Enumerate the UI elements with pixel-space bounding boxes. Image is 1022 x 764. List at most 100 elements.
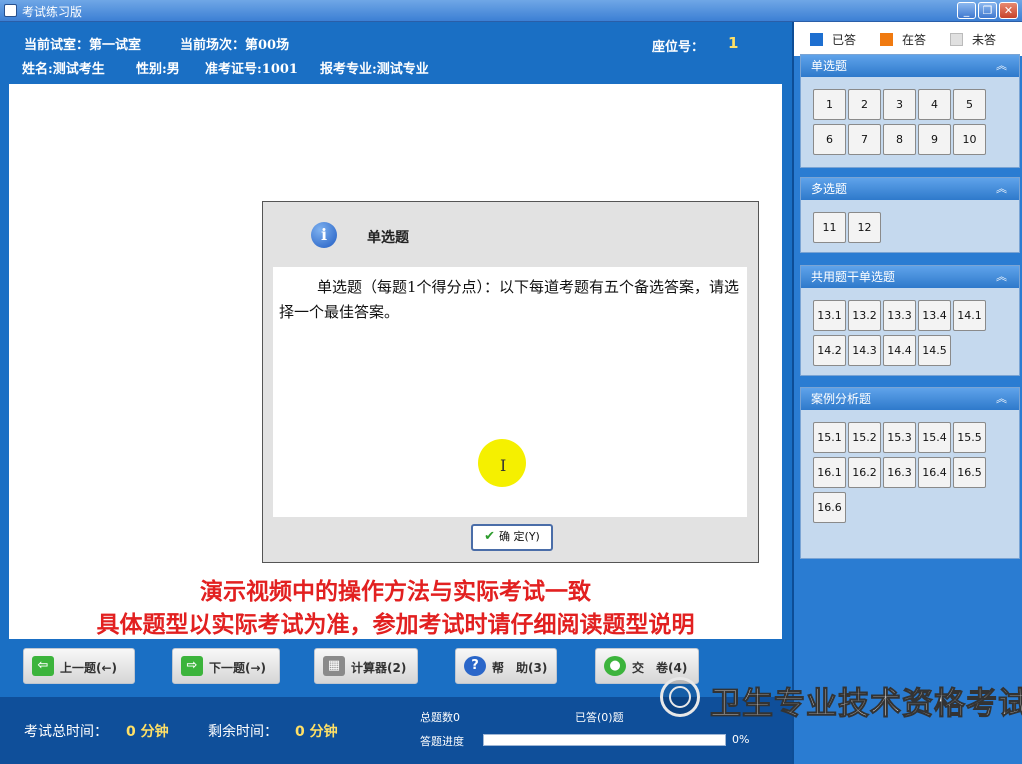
question-button[interactable]: 15.4 <box>918 422 951 453</box>
question-button[interactable]: 6 <box>813 124 846 155</box>
calculator-label: 计算器(2) <box>351 661 407 675</box>
question-button[interactable]: 14.5 <box>918 335 951 366</box>
major-label: 报考专业:测试专业 <box>320 62 429 77</box>
prev-question-button[interactable]: ⇦ 上一题(←) <box>23 648 135 684</box>
question-button[interactable]: 16.1 <box>813 457 846 488</box>
shared-stem-header[interactable]: 共用题干单选题 ︽ <box>801 266 1019 288</box>
question-button[interactable]: 7 <box>848 124 881 155</box>
total-time-value: 0 分钟 <box>126 724 169 740</box>
next-question-button[interactable]: ⇨ 下一题(→) <box>172 648 280 684</box>
question-button[interactable]: 16.5 <box>953 457 986 488</box>
exam-header: 当前试室：第一试室 当前场次：第00场 座位号： 1 姓名:测试考生 性别:男 … <box>0 22 792 82</box>
help-button[interactable]: ? 帮 助(3) <box>455 648 557 684</box>
info-icon: i <box>311 222 337 248</box>
room-label: 当前试室：第一试室 <box>24 38 142 53</box>
app-icon <box>4 4 17 17</box>
question-button[interactable]: 15.2 <box>848 422 881 453</box>
question-button[interactable]: 16.6 <box>813 492 846 523</box>
question-button[interactable]: 12 <box>848 212 881 243</box>
unanswered-legend: 未答 <box>972 33 997 47</box>
question-button[interactable]: 13.4 <box>918 300 951 331</box>
question-button[interactable]: 14.1 <box>953 300 986 331</box>
close-button[interactable]: ✕ <box>999 2 1018 19</box>
next-question-label: 下一题(→) <box>209 661 267 675</box>
question-button[interactable]: 14.3 <box>848 335 881 366</box>
seat-label: 座位号： <box>652 40 705 55</box>
question-button[interactable]: 16.2 <box>848 457 881 488</box>
single-choice-title: 单选题 <box>811 59 848 73</box>
question-button[interactable]: 14.2 <box>813 335 846 366</box>
legend: 已答 在答 未答 <box>794 22 1022 56</box>
current-legend: 在答 <box>902 33 927 47</box>
question-button[interactable]: 5 <box>953 89 986 120</box>
calculator-button[interactable]: ▦ 计算器(2) <box>314 648 418 684</box>
question-button[interactable]: 2 <box>848 89 881 120</box>
seal-icon <box>660 677 700 717</box>
question-button[interactable]: 13.3 <box>883 300 916 331</box>
maximize-button[interactable]: ❐ <box>978 2 997 19</box>
question-button[interactable]: 16.3 <box>883 457 916 488</box>
collapse-icon[interactable]: ︽ <box>996 266 1007 288</box>
gender-label: 性别:男 <box>136 62 180 77</box>
info-dialog: i 单选题 单选题（每题1个得分点）：以下每道考题有五个备选答案，请选择一个最佳… <box>262 201 759 563</box>
seat-value: 1 <box>728 34 739 52</box>
question-button[interactable]: 8 <box>883 124 916 155</box>
shared-stem-title: 共用题干单选题 <box>811 270 896 284</box>
exam-id-label: 准考证号:1001 <box>205 62 298 77</box>
question-button[interactable]: 14.4 <box>883 335 916 366</box>
question-button[interactable]: 13.1 <box>813 300 846 331</box>
arrow-right-icon: ⇨ <box>181 656 203 676</box>
answered-count: 已答(0)题 <box>575 711 624 724</box>
checkmark-icon: ✔ <box>484 529 496 544</box>
dialog-body: 单选题（每题1个得分点）：以下每道考题有五个备选答案，请选择一个最佳答案。 I <box>273 267 747 517</box>
case-analysis-header[interactable]: 案例分析题 ︽ <box>801 388 1019 410</box>
question-button[interactable]: 13.2 <box>848 300 881 331</box>
help-label: 帮 助(3) <box>492 661 548 675</box>
arrow-left-icon: ⇦ <box>32 656 54 676</box>
progress-bar <box>483 734 726 746</box>
total-time-label: 考试总时间： <box>24 724 108 740</box>
question-button[interactable]: 16.4 <box>918 457 951 488</box>
single-choice-panel: 单选题 ︽ 1 2 3 4 5 6 7 8 9 10 <box>800 54 1020 168</box>
case-analysis-title: 案例分析题 <box>811 392 872 406</box>
session-label: 当前场次：第00场 <box>180 38 290 53</box>
question-button[interactable]: 15.3 <box>883 422 916 453</box>
window-titlebar: 考试练习版 _ ❐ ✕ <box>0 0 1022 22</box>
case-analysis-panel: 案例分析题 ︽ 15.1 15.2 15.3 15.4 15.5 16.1 16.2 16.3 1… <box>800 387 1020 559</box>
total-questions: 总题数0 <box>420 711 460 724</box>
collapse-icon[interactable]: ︽ <box>996 55 1007 77</box>
help-icon: ? <box>464 656 486 676</box>
ok-button[interactable]: ✔ 确 定(Y) <box>471 524 553 551</box>
question-navigator: 已答 在答 未答 单选题 ︽ 1 2 3 4 5 6 7 8 9 10 多选题 ︽ 11 12 共用题干… <box>792 22 1022 764</box>
question-button[interactable]: 4 <box>918 89 951 120</box>
collapse-icon[interactable]: ︽ <box>996 388 1007 410</box>
answered-legend: 已答 <box>832 33 857 47</box>
question-button[interactable]: 15.1 <box>813 422 846 453</box>
multi-choice-header[interactable]: 多选题 ︽ <box>801 178 1019 200</box>
collapse-icon[interactable]: ︽ <box>996 178 1007 200</box>
question-button[interactable]: 3 <box>883 89 916 120</box>
name-label: 姓名:测试考生 <box>22 62 105 77</box>
multi-choice-title: 多选题 <box>811 182 848 196</box>
dialog-title: 单选题 <box>367 230 409 246</box>
window-title: 考试练习版 <box>22 5 83 19</box>
multi-choice-panel: 多选题 ︽ 11 12 <box>800 177 1020 253</box>
single-choice-header[interactable]: 单选题 ︽ <box>801 55 1019 77</box>
progress-value: 0% <box>732 733 750 746</box>
question-button[interactable]: 15.5 <box>953 422 986 453</box>
submit-icon: ● <box>604 656 626 676</box>
cursor-highlight-icon: I <box>478 439 526 487</box>
question-button[interactable]: 9 <box>918 124 951 155</box>
minimize-button[interactable]: _ <box>957 2 976 19</box>
text-cursor-icon: I <box>500 456 507 475</box>
progress-label: 答题进度 <box>420 735 464 748</box>
answered-swatch <box>810 33 823 46</box>
prev-question-label: 上一题(←) <box>60 661 118 675</box>
question-button[interactable]: 10 <box>953 124 986 155</box>
question-button[interactable]: 11 <box>813 212 846 243</box>
dialog-body-text: 单选题（每题1个得分点）：以下每道考题有五个备选答案，请选择一个最佳答案。 <box>279 278 740 321</box>
calculator-icon: ▦ <box>323 656 345 676</box>
notice-line-1: 演示视频中的操作方法与实际考试一致 <box>200 579 591 605</box>
ok-button-label: 确 定(Y) <box>499 530 540 543</box>
question-button[interactable]: 1 <box>813 89 846 120</box>
